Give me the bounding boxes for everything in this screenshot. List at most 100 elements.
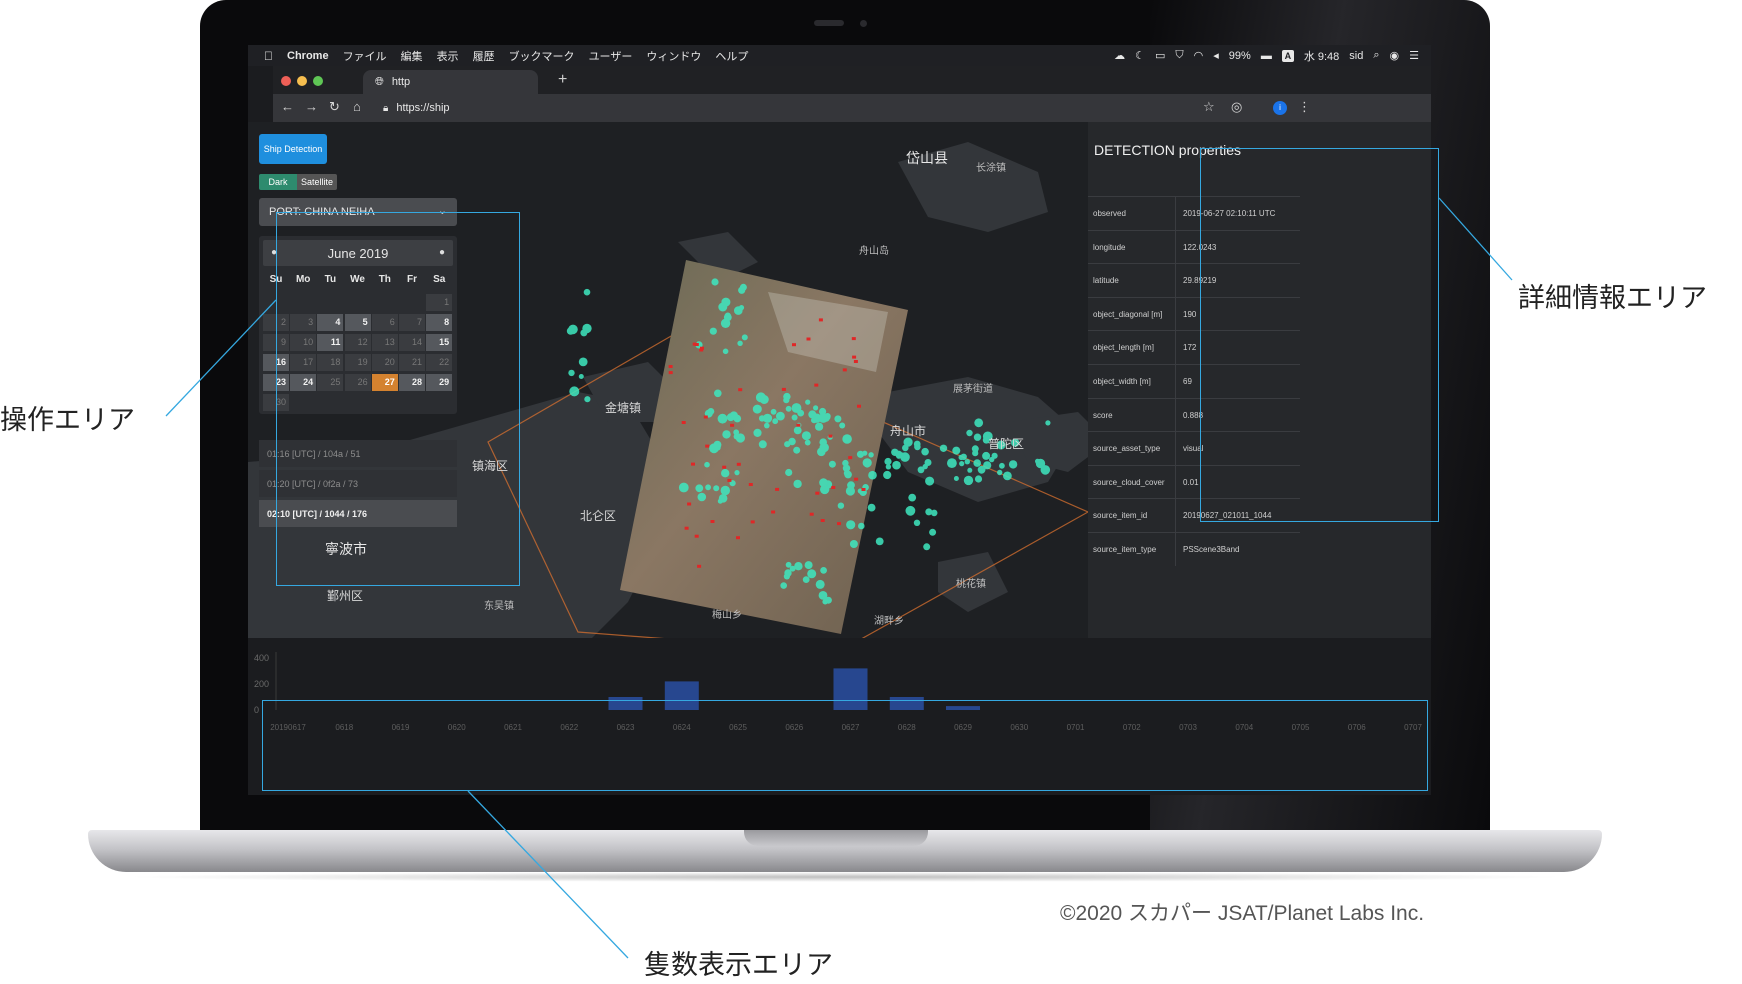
- ship-marker[interactable]: [730, 423, 735, 427]
- maximize-window-icon[interactable]: [313, 76, 323, 86]
- ship-marker[interactable]: [861, 488, 866, 491]
- detection-point[interactable]: [793, 426, 802, 435]
- detection-point[interactable]: [704, 461, 710, 468]
- detection-point[interactable]: [714, 444, 721, 451]
- close-window-icon[interactable]: [281, 76, 291, 86]
- detection-point[interactable]: [913, 519, 921, 526]
- display-icon[interactable]: ▭: [1155, 49, 1165, 62]
- detection-point[interactable]: [828, 460, 836, 468]
- detection-point[interactable]: [697, 492, 707, 502]
- detection-point[interactable]: [785, 468, 793, 477]
- detection-point[interactable]: [764, 422, 770, 429]
- detection-point[interactable]: [923, 543, 931, 551]
- ship-detection-button[interactable]: Ship Detection: [259, 134, 327, 164]
- detection-point[interactable]: [783, 397, 790, 404]
- ship-marker[interactable]: [705, 444, 710, 448]
- detection-point[interactable]: [695, 484, 704, 493]
- detection-point[interactable]: [815, 422, 824, 431]
- detection-point[interactable]: [807, 569, 817, 579]
- ship-marker[interactable]: [809, 512, 814, 516]
- detection-point[interactable]: [735, 433, 745, 443]
- detection-point[interactable]: [892, 460, 901, 470]
- detection-point[interactable]: [908, 493, 917, 502]
- detection-point[interactable]: [791, 403, 802, 413]
- volume-icon[interactable]: ◂: [1213, 49, 1219, 62]
- detection-point[interactable]: [868, 452, 874, 458]
- user-name[interactable]: sid: [1349, 50, 1363, 62]
- detection-point[interactable]: [999, 462, 1005, 469]
- menu-file[interactable]: ファイル: [343, 48, 387, 64]
- detection-point[interactable]: [991, 452, 998, 459]
- detection-point[interactable]: [966, 429, 973, 437]
- detection-point[interactable]: [753, 428, 762, 437]
- ship-marker[interactable]: [818, 318, 823, 322]
- ship-marker[interactable]: [750, 520, 755, 524]
- detection-point[interactable]: [583, 288, 591, 296]
- battery-icon[interactable]: ▬: [1261, 50, 1272, 62]
- detection-point[interactable]: [770, 408, 777, 415]
- detection-point[interactable]: [883, 470, 892, 480]
- bookmark-star-icon[interactable]: ☆: [1203, 99, 1215, 115]
- ship-marker[interactable]: [691, 462, 695, 466]
- detection-point[interactable]: [953, 476, 959, 481]
- ship-marker[interactable]: [722, 465, 727, 469]
- detection-point[interactable]: [930, 509, 938, 517]
- detection-point[interactable]: [947, 458, 957, 468]
- ship-marker[interactable]: [736, 536, 740, 540]
- detection-point[interactable]: [929, 528, 937, 536]
- detection-point[interactable]: [578, 357, 588, 367]
- ship-marker[interactable]: [775, 487, 780, 491]
- detection-point[interactable]: [713, 485, 720, 492]
- detection-point[interactable]: [839, 422, 846, 429]
- detection-point[interactable]: [983, 461, 992, 470]
- detection-point[interactable]: [868, 470, 877, 480]
- detection-point[interactable]: [717, 413, 728, 424]
- detection-point[interactable]: [720, 485, 730, 496]
- cloud-icon[interactable]: ☁: [1114, 49, 1125, 62]
- detection-point[interactable]: [752, 404, 762, 414]
- ship-marker[interactable]: [815, 491, 820, 495]
- ship-marker[interactable]: [684, 526, 689, 530]
- detection-point[interactable]: [804, 439, 811, 446]
- detection-point[interactable]: [843, 470, 850, 476]
- detection-point[interactable]: [973, 459, 981, 467]
- ship-marker[interactable]: [792, 343, 796, 347]
- detection-point[interactable]: [813, 405, 819, 411]
- detection-point[interactable]: [862, 450, 868, 456]
- ship-marker[interactable]: [703, 415, 708, 419]
- detection-point[interactable]: [972, 449, 979, 455]
- ship-marker[interactable]: [697, 564, 702, 568]
- detection-point[interactable]: [959, 461, 965, 467]
- detection-point[interactable]: [1035, 458, 1040, 464]
- reload-icon[interactable]: ↻: [329, 99, 340, 115]
- detection-point[interactable]: [837, 502, 845, 509]
- menu-bookmarks[interactable]: ブックマーク: [509, 48, 575, 64]
- detection-point[interactable]: [902, 444, 909, 452]
- menu-history[interactable]: 履歴: [473, 48, 495, 64]
- detection-point[interactable]: [925, 476, 935, 486]
- detection-point[interactable]: [864, 461, 871, 468]
- detection-point[interactable]: [758, 415, 766, 422]
- ship-marker[interactable]: [837, 522, 841, 526]
- detection-point[interactable]: [568, 324, 578, 335]
- detection-point[interactable]: [721, 469, 730, 478]
- detection-point[interactable]: [914, 443, 921, 451]
- detection-point[interactable]: [967, 467, 973, 473]
- address-bar[interactable]: 🔒︎ https://ship: [383, 98, 1183, 118]
- detection-point[interactable]: [964, 459, 970, 465]
- detection-point[interactable]: [845, 486, 856, 496]
- detection-point[interactable]: [801, 431, 811, 441]
- detection-point[interactable]: [875, 537, 884, 546]
- detection-point[interactable]: [568, 369, 575, 377]
- ship-marker[interactable]: [848, 456, 853, 460]
- detection-point[interactable]: [705, 484, 711, 491]
- new-tab-icon[interactable]: +: [558, 71, 567, 89]
- shield-icon[interactable]: ⛉: [1175, 49, 1183, 62]
- detection-point[interactable]: [794, 562, 803, 571]
- detection-point[interactable]: [817, 447, 826, 457]
- ship-marker[interactable]: [852, 355, 857, 359]
- detection-point[interactable]: [717, 498, 723, 504]
- ship-marker[interactable]: [854, 477, 859, 481]
- ship-marker[interactable]: [842, 368, 847, 372]
- detection-point[interactable]: [1045, 420, 1051, 426]
